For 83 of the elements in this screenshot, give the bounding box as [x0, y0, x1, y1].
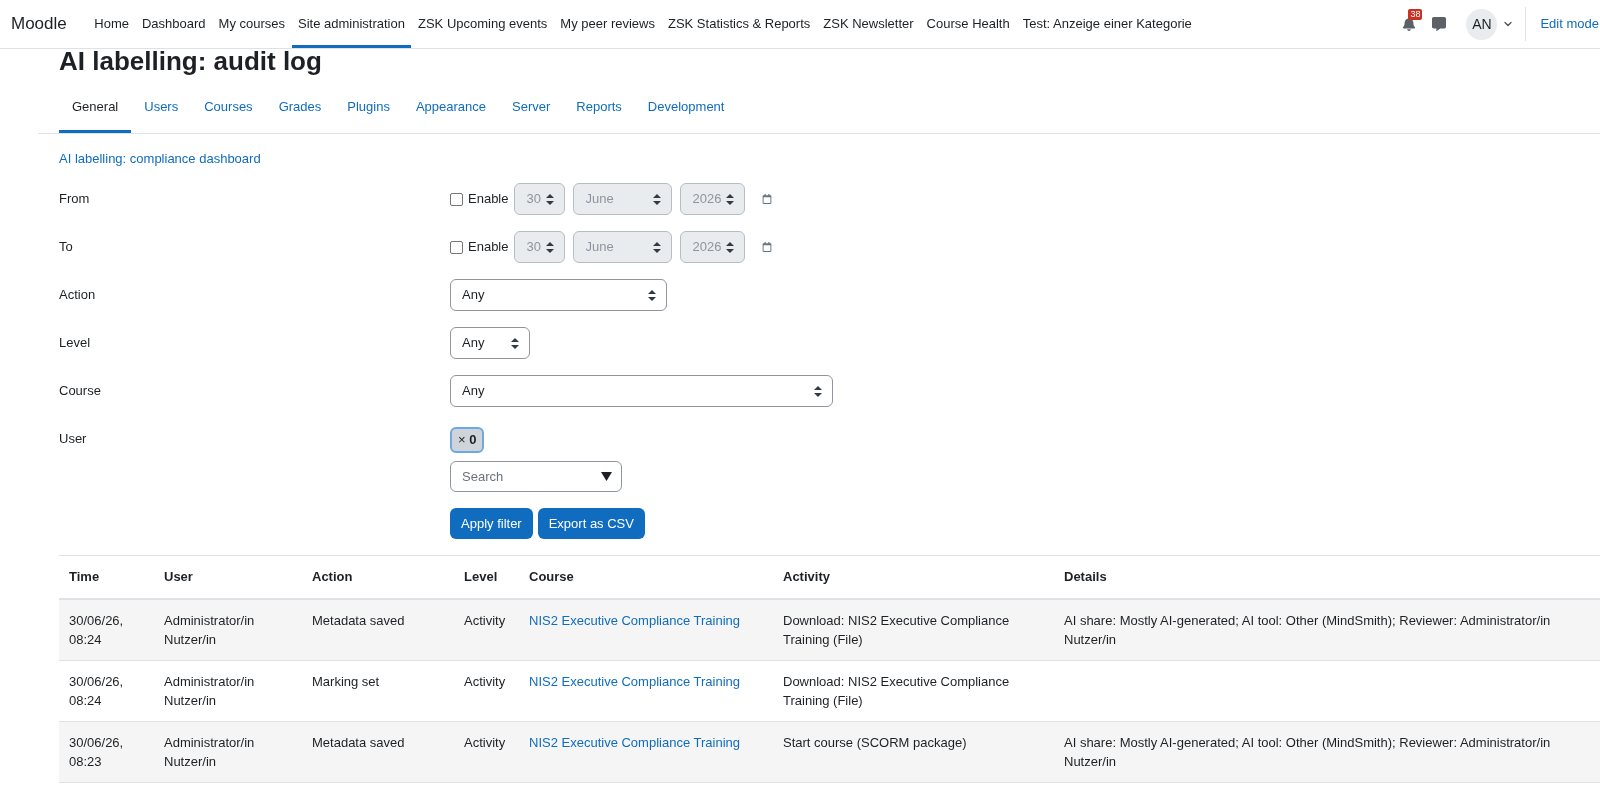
- nav-link[interactable]: ZSK Statistics & Reports: [661, 0, 817, 48]
- up-down-caret-icon: [726, 241, 735, 253]
- table-cell: AI share: Mostly AI-generated; AI tool: Other (MindSmith); Reviewer: Administrator/in Nutzer/in: [1054, 721, 1600, 783]
- nav-link[interactable]: Test: Anzeige einer Kategorie: [1016, 0, 1199, 48]
- table-cell: Activity: [454, 660, 519, 722]
- filter-label: Action: [59, 286, 97, 304]
- column-header: Level: [454, 555, 519, 599]
- nav-link[interactable]: ZSK Upcoming events: [411, 0, 554, 48]
- column-header: Action: [302, 555, 454, 599]
- caret-down-icon: [601, 472, 612, 481]
- page-title: AI labelling: audit log: [59, 49, 323, 73]
- table-cell: Marking set: [302, 660, 454, 722]
- bell-icon[interactable]: [1402, 17, 1417, 31]
- table-cell: 30/06/26, 08:23: [59, 721, 154, 783]
- filter-select[interactable]: Any: [450, 375, 833, 407]
- table-cell: Start course (SCORM package): [773, 721, 1054, 783]
- admin-tab[interactable]: Development: [634, 84, 738, 133]
- chat-icon[interactable]: [1432, 17, 1447, 31]
- nav-link[interactable]: ZSK Newsletter: [816, 0, 921, 48]
- search-field[interactable]: Search: [450, 461, 622, 492]
- up-down-caret-icon: [814, 385, 822, 397]
- up-down-caret-icon: [546, 241, 555, 253]
- admin-tab[interactable]: Users: [131, 84, 192, 133]
- admin-tab[interactable]: Appearance: [402, 84, 500, 133]
- admin-tab[interactable]: Courses: [191, 84, 266, 133]
- selected-user-chip[interactable]: × 0: [450, 427, 485, 453]
- up-down-caret-icon: [648, 289, 656, 301]
- table-cell: Metadata saved: [302, 599, 454, 661]
- table-cell: 30/06/26, 08:24: [59, 599, 154, 661]
- notification-badge: 38: [1408, 9, 1423, 20]
- calendar-icon[interactable]: [762, 242, 773, 252]
- up-down-caret-icon: [653, 241, 662, 253]
- nav-link[interactable]: Home: [87, 0, 136, 48]
- filter-select[interactable]: Any: [450, 279, 667, 311]
- course-link[interactable]: NIS2 Executive Compliance Training: [529, 674, 740, 689]
- up-down-caret-icon: [726, 193, 735, 205]
- filter-label: From: [59, 190, 91, 208]
- filter-label: Level: [59, 334, 92, 352]
- filter-label: User: [59, 430, 88, 448]
- table-cell: Metadata saved: [302, 721, 454, 783]
- site-brand[interactable]: Moodle: [11, 12, 67, 36]
- nav-link[interactable]: Course Health: [920, 0, 1017, 48]
- enable-checkbox[interactable]: [450, 240, 463, 254]
- admin-tab[interactable]: Server: [499, 84, 564, 133]
- export-button[interactable]: Export as CSV: [537, 508, 645, 539]
- filter-label: Course: [59, 382, 102, 400]
- enable-label[interactable]: Enable: [468, 189, 509, 209]
- table-cell: Administrator/in Nutzer/in: [154, 660, 302, 722]
- apply-filter-button[interactable]: Apply filter: [450, 508, 533, 539]
- admin-tab[interactable]: Plugins: [334, 84, 403, 133]
- dashboard-link[interactable]: AI labelling: compliance dashboard: [59, 149, 261, 169]
- column-header: Details: [1054, 555, 1600, 599]
- table-cell: Activity: [454, 721, 519, 783]
- table-cell: Administrator/in Nutzer/in: [154, 599, 302, 661]
- admin-tab[interactable]: Reports: [563, 84, 635, 133]
- table-cell: Download: NIS2 Executive Compliance Training (File): [773, 599, 1054, 661]
- edit-mode-link[interactable]: Edit mode: [1540, 14, 1599, 34]
- up-down-caret-icon: [653, 193, 662, 205]
- nav-link[interactable]: Dashboard: [135, 0, 213, 48]
- enable-checkbox[interactable]: [450, 192, 463, 206]
- table-cell: Administrator/in Nutzer/in: [154, 721, 302, 783]
- up-down-caret-icon: [511, 337, 519, 349]
- user-avatar[interactable]: AN: [1466, 8, 1498, 40]
- filter-label: To: [59, 238, 74, 256]
- table-cell: Download: NIS2 Executive Compliance Training (File): [773, 660, 1054, 722]
- enable-label[interactable]: Enable: [468, 237, 509, 257]
- nav-link[interactable]: My courses: [212, 0, 292, 48]
- column-header: Activity: [773, 555, 1054, 599]
- admin-tab[interactable]: Grades: [265, 84, 335, 133]
- column-header: User: [154, 555, 302, 599]
- table-cell: Activity: [454, 599, 519, 661]
- column-header: Course: [519, 555, 773, 599]
- admin-tab[interactable]: General: [59, 84, 132, 133]
- table-cell: 30/06/26, 08:24: [59, 660, 154, 722]
- calendar-icon[interactable]: [762, 194, 773, 204]
- nav-link[interactable]: My peer reviews: [553, 0, 662, 48]
- nav-link[interactable]: Site administration: [291, 0, 412, 48]
- course-link[interactable]: NIS2 Executive Compliance Training: [529, 613, 740, 628]
- up-down-caret-icon: [546, 193, 555, 205]
- filter-select[interactable]: Any: [450, 327, 530, 359]
- table-cell: AI share: Mostly AI-generated; AI tool: Other (MindSmith); Reviewer: Administrator/in Nutzer/in: [1054, 599, 1600, 661]
- course-link[interactable]: NIS2 Executive Compliance Training: [529, 735, 740, 750]
- column-header: Time: [59, 555, 154, 599]
